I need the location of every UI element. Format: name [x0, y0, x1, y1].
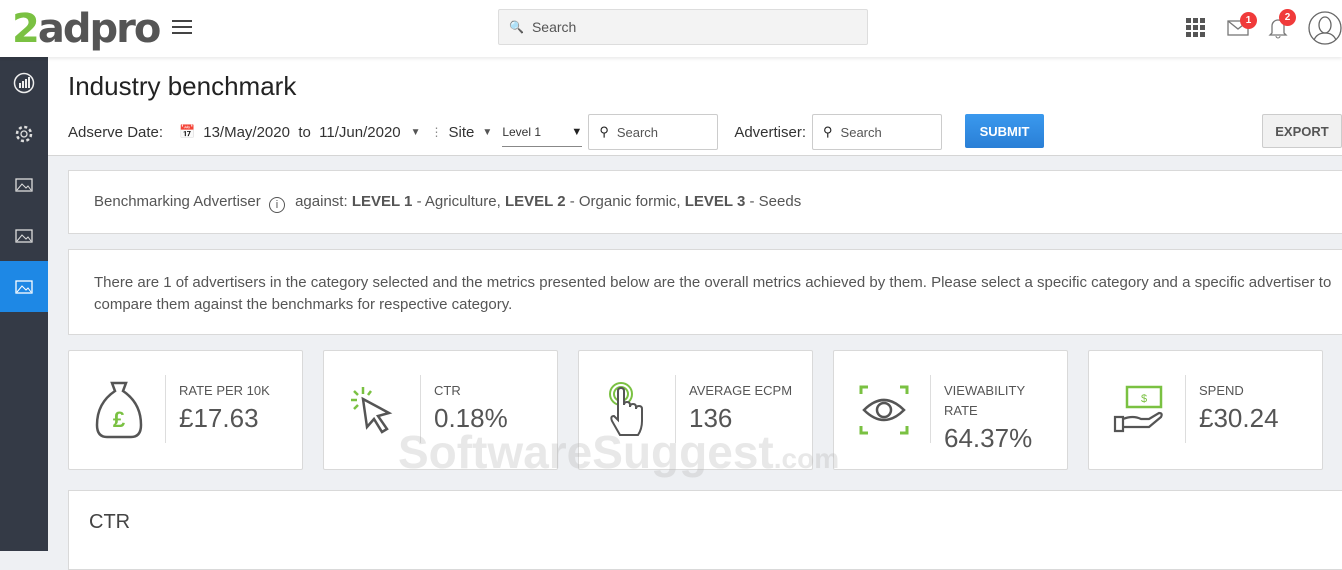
- site-dropdown[interactable]: ⋮ Site ▼: [431, 124, 503, 141]
- section-title: CTR: [89, 511, 131, 533]
- cash-hand-icon: $: [1109, 375, 1169, 445]
- eye-icon: [854, 375, 914, 445]
- sidebar-item-images-1[interactable]: [0, 159, 48, 210]
- calendar-icon: 📅: [179, 124, 196, 139]
- logo[interactable]: 2adpro: [12, 6, 161, 52]
- hierarchy-icon: ⋮: [430, 125, 443, 139]
- image-icon: [15, 279, 33, 294]
- image-icon: [15, 177, 33, 192]
- search-icon: 🔍: [509, 20, 524, 34]
- sidebar-item-settings[interactable]: [0, 108, 48, 159]
- metric-cards: £ RATE PER 10K £17.63 CTR 0.18% AVERAGE …: [68, 350, 1323, 470]
- caret-down-icon: ▼: [571, 125, 583, 138]
- image-icon: [15, 228, 33, 243]
- metric-card-viewability: VIEWABILITY RATE 64.37%: [833, 350, 1068, 470]
- info-message: There are 1 of advertisers in the catego…: [68, 249, 1342, 335]
- notification-bell-icon[interactable]: 2: [1268, 9, 1296, 44]
- apps-grid-icon[interactable]: [1186, 18, 1206, 43]
- mail-icon[interactable]: 1: [1227, 12, 1257, 41]
- advertiser-label: Advertiser:: [734, 123, 807, 141]
- search-icon: ⚲: [599, 124, 609, 139]
- info-icon[interactable]: i: [268, 197, 285, 213]
- submit-button[interactable]: SUBMIT: [965, 114, 1044, 148]
- benchmark-summary: Benchmarking Advertiser i against: LEVEL…: [68, 170, 1342, 234]
- sidebar-item-benchmark[interactable]: [0, 261, 48, 312]
- gear-icon: [15, 125, 33, 142]
- export-button[interactable]: EXPORT: [1262, 114, 1342, 148]
- chevron-down-icon: ▼: [410, 126, 421, 138]
- date-label: Adserve Date:: [68, 123, 164, 141]
- advertiser-search-input[interactable]: ⚲ Search: [812, 114, 943, 150]
- money-bag-icon: £: [89, 375, 149, 445]
- svg-text:£: £: [113, 407, 126, 432]
- metric-card-rate: £ RATE PER 10K £17.63: [68, 350, 303, 470]
- metric-card-spend: $ SPEND £30.24: [1088, 350, 1323, 470]
- user-avatar-icon[interactable]: [1308, 11, 1342, 50]
- notification-badge: 2: [1279, 9, 1296, 26]
- sidebar-item-images-2[interactable]: [0, 210, 48, 261]
- top-header: 2adpro 🔍 Search 1 2: [0, 0, 1342, 57]
- sidebar: [0, 57, 48, 551]
- global-search-input[interactable]: 🔍 Search: [498, 9, 868, 45]
- chevron-down-icon: ▼: [482, 126, 493, 138]
- level-select[interactable]: Level 1 ▼: [502, 117, 583, 147]
- sidebar-item-dashboard[interactable]: [0, 57, 48, 108]
- menu-toggle-icon[interactable]: [172, 20, 192, 36]
- svg-text:$: $: [1141, 393, 1147, 405]
- hand-tap-icon: [599, 375, 659, 445]
- ctr-chart-panel: CTR: [68, 490, 1342, 570]
- chart-circle-icon: [13, 72, 35, 93]
- mail-badge: 1: [1240, 12, 1257, 29]
- site-search-input[interactable]: ⚲ Search: [588, 114, 719, 150]
- main-content: Industry benchmark Adserve Date: 📅 13/Ma…: [48, 57, 1342, 570]
- metric-card-ecpm: AVERAGE ECPM 136: [578, 350, 813, 470]
- date-range-picker[interactable]: 📅 13/May/2020 to 11/Jun/2020 ▼: [179, 124, 431, 141]
- filter-bar: Industry benchmark Adserve Date: 📅 13/Ma…: [48, 57, 1342, 156]
- search-icon: ⚲: [823, 124, 833, 139]
- cursor-click-icon: [344, 375, 404, 445]
- page-title: Industry benchmark: [68, 71, 297, 101]
- metric-card-ctr: CTR 0.18%: [323, 350, 558, 470]
